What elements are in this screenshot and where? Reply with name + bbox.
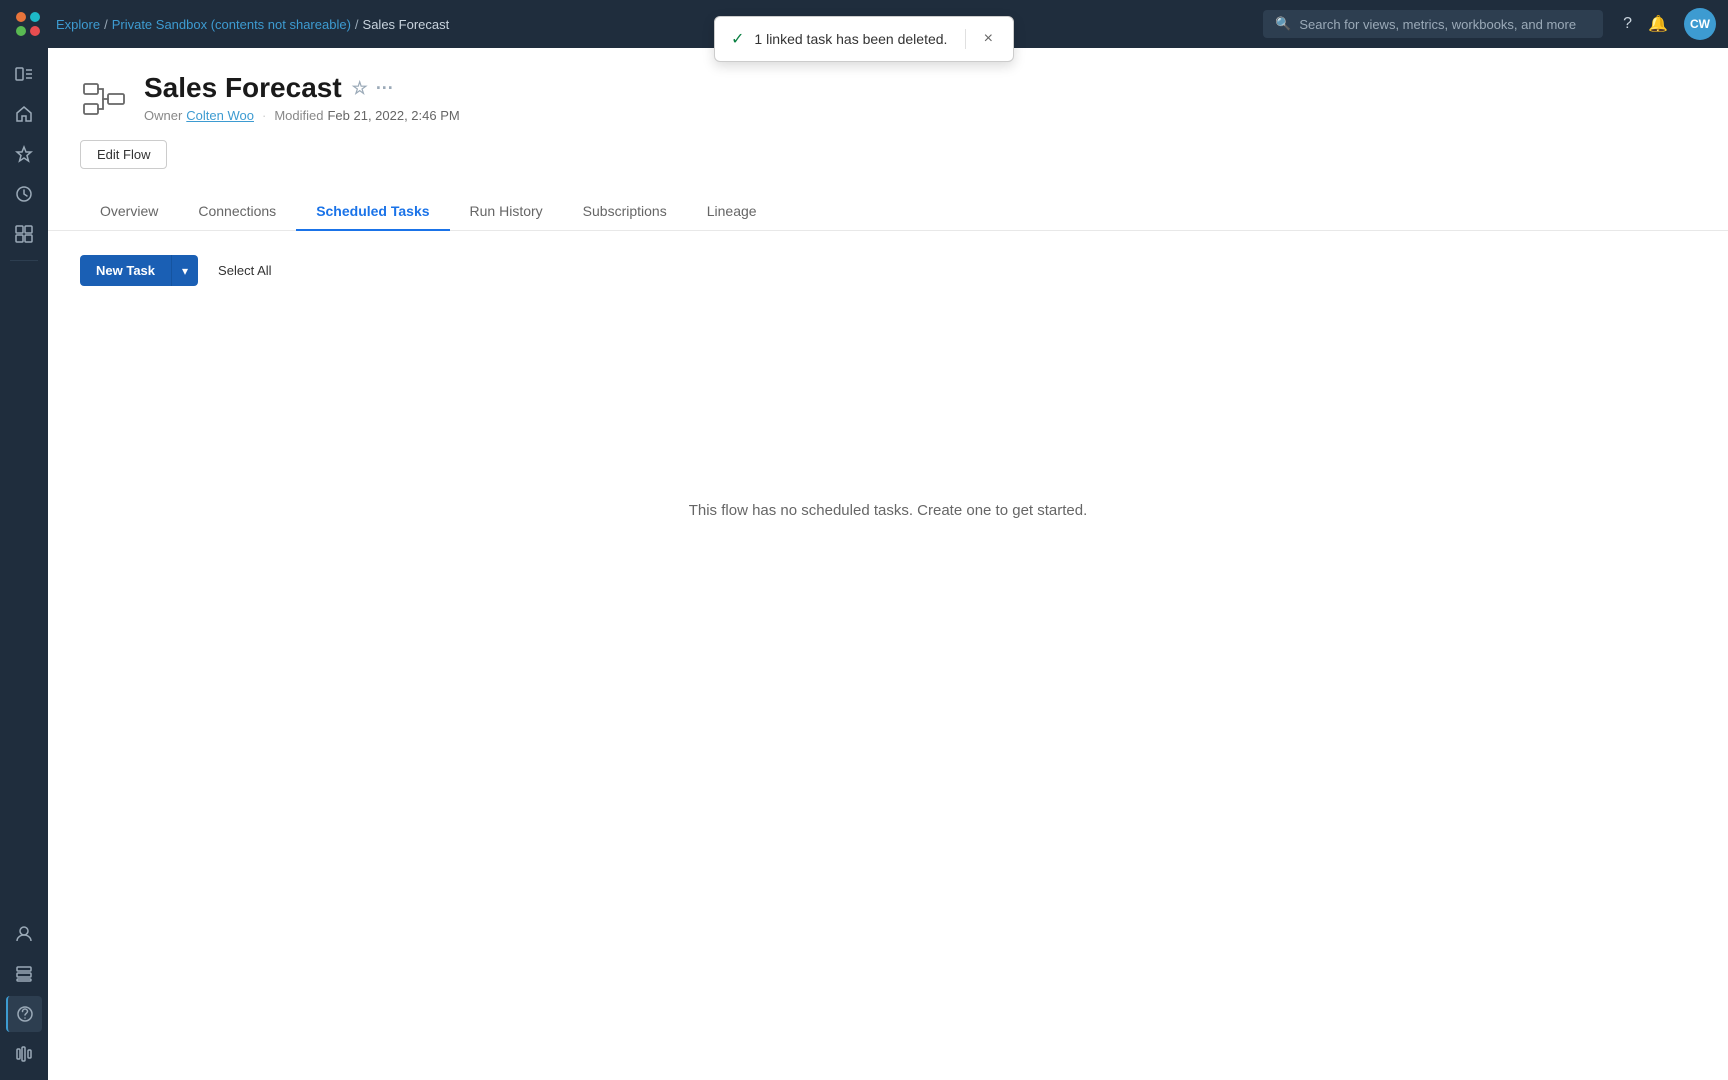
sidebar-item-user[interactable]: [6, 916, 42, 952]
breadcrumb-current: Sales Forecast: [363, 17, 450, 32]
toast-notification: ✓ 1 linked task has been deleted. ×: [714, 16, 1014, 62]
app-logo[interactable]: [12, 8, 44, 40]
new-task-button[interactable]: New Task: [80, 255, 172, 286]
sidebar-item-help[interactable]: [6, 996, 42, 1032]
sidebar-bottom: [6, 916, 42, 1072]
tab-run-history[interactable]: Run History: [450, 193, 563, 231]
page-title: Sales Forecast ☆ ···: [144, 72, 1696, 104]
main-content: Sales Forecast ☆ ··· Owner Colten Woo · …: [48, 48, 1728, 1080]
tab-overview[interactable]: Overview: [80, 193, 178, 231]
notifications-icon[interactable]: 🔔: [1648, 14, 1668, 34]
breadcrumb-explore[interactable]: Explore: [56, 17, 100, 32]
breadcrumb: Explore / Private Sandbox (contents not …: [56, 17, 1255, 32]
sidebar-item-data[interactable]: [6, 956, 42, 992]
toast-close-button[interactable]: ×: [980, 31, 997, 47]
breadcrumb-sandbox[interactable]: Private Sandbox (contents not shareable): [112, 17, 351, 32]
more-options-icon[interactable]: ···: [376, 78, 394, 99]
sidebar-item-favorites[interactable]: [6, 136, 42, 172]
tab-lineage[interactable]: Lineage: [687, 193, 777, 231]
sidebar-collapse-btn[interactable]: [6, 56, 42, 92]
modified-label: Modified: [274, 108, 323, 123]
toast-check-icon: ✓: [731, 29, 744, 49]
modified-date: Feb 21, 2022, 2:46 PM: [327, 108, 459, 123]
sidebar-item-recents[interactable]: [6, 176, 42, 212]
toast-message: 1 linked task has been deleted.: [754, 31, 950, 47]
nav-icons: ? 🔔 CW: [1623, 8, 1716, 40]
avatar[interactable]: CW: [1684, 8, 1716, 40]
tab-scheduled-tasks[interactable]: Scheduled Tasks: [296, 193, 449, 231]
edit-flow-button[interactable]: Edit Flow: [80, 140, 167, 169]
sidebar-divider: [10, 260, 38, 261]
sidebar-item-collections[interactable]: [6, 216, 42, 252]
favorite-icon[interactable]: ☆: [352, 78, 368, 99]
page-title-section: Sales Forecast ☆ ··· Owner Colten Woo · …: [144, 72, 1696, 123]
page-title-text: Sales Forecast: [144, 72, 342, 104]
tabs: Overview Connections Scheduled Tasks Run…: [80, 193, 1696, 230]
new-task-btn-group: New Task ▾: [80, 255, 198, 286]
owner-link[interactable]: Colten Woo: [186, 108, 254, 123]
sidebar: [0, 48, 48, 1080]
sidebar-item-settings[interactable]: [6, 1036, 42, 1072]
flow-icon: [80, 76, 128, 124]
tab-content: New Task ▾ Select All This flow has no s…: [48, 231, 1728, 734]
search-placeholder: Search for views, metrics, workbooks, an…: [1299, 17, 1576, 32]
search-icon: 🔍: [1275, 16, 1291, 32]
title-actions: ☆ ···: [352, 78, 394, 99]
page-meta: Owner Colten Woo · Modified Feb 21, 2022…: [144, 108, 1696, 123]
select-all-button[interactable]: Select All: [210, 257, 279, 284]
help-icon[interactable]: ?: [1623, 15, 1632, 33]
tab-connections[interactable]: Connections: [178, 193, 296, 231]
new-task-dropdown-btn[interactable]: ▾: [172, 255, 198, 286]
page-header: Sales Forecast ☆ ··· Owner Colten Woo · …: [48, 48, 1728, 231]
search-bar[interactable]: 🔍 Search for views, metrics, workbooks, …: [1263, 10, 1603, 38]
toast-divider: [965, 29, 966, 49]
owner-label: Owner: [144, 108, 182, 123]
page-header-top: Sales Forecast ☆ ··· Owner Colten Woo · …: [80, 72, 1696, 124]
sidebar-item-home[interactable]: [6, 96, 42, 132]
action-bar: New Task ▾ Select All: [80, 255, 1696, 286]
tab-subscriptions[interactable]: Subscriptions: [563, 193, 687, 231]
chevron-down-icon: ▾: [182, 264, 188, 278]
empty-state-message: This flow has no scheduled tasks. Create…: [689, 502, 1088, 519]
empty-state: This flow has no scheduled tasks. Create…: [80, 310, 1696, 710]
